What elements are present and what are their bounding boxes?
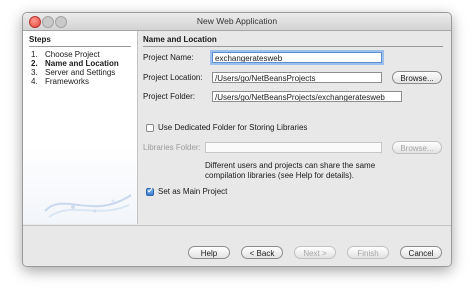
step-choose-project: 1. Choose Project — [31, 50, 100, 59]
dialog-footer: Help < Back Next > Finish Cancel — [23, 225, 451, 266]
steps-panel: Steps 1. Choose Project 2. Name and Locati… — [23, 31, 138, 224]
project-name-input[interactable]: exchangeratesweb — [212, 52, 382, 63]
step-name-and-location: 2. Name and Location — [31, 59, 119, 68]
project-location-label: Project Location: — [143, 73, 203, 82]
next-button[interactable]: Next > — [294, 246, 336, 259]
project-name-label: Project Name: — [143, 53, 194, 62]
main-project-label[interactable]: Set as Main Project — [158, 187, 227, 196]
section-divider — [143, 46, 443, 47]
section-title: Name and Location — [143, 35, 217, 44]
libraries-folder-input[interactable] — [205, 142, 382, 153]
steps-divider — [29, 46, 131, 47]
libraries-folder-label: Libraries Folder: — [143, 143, 201, 152]
new-web-application-dialog: New Web Application Steps 1. Choose Proje… — [22, 12, 452, 267]
finish-button[interactable]: Finish — [347, 246, 389, 259]
project-folder-label: Project Folder: — [143, 92, 196, 101]
main-project-checkbox[interactable] — [146, 186, 154, 196]
libraries-help-text: Different users and projects can share t… — [205, 161, 376, 180]
title-bar[interactable]: New Web Application — [23, 13, 451, 31]
project-location-browse-button[interactable]: Browse... — [392, 71, 442, 84]
dedicated-folder-label[interactable]: Use Dedicated Folder for Storing Librari… — [158, 123, 307, 132]
cancel-button[interactable]: Cancel — [400, 246, 442, 259]
project-folder-field[interactable]: /Users/go/NetBeansProjects/exchangerates… — [212, 91, 402, 102]
step-server-and-settings: 3. Server and Settings — [31, 68, 116, 77]
help-button[interactable]: Help — [188, 246, 230, 259]
decorative-swirl-graphic — [44, 194, 132, 218]
back-button[interactable]: < Back — [241, 246, 283, 259]
libraries-folder-browse-button[interactable]: Browse... — [392, 141, 442, 154]
step-frameworks: 4. Frameworks — [31, 77, 90, 86]
project-location-input[interactable]: /Users/go/NetBeansProjects — [212, 72, 382, 83]
dedicated-folder-checkbox[interactable] — [146, 124, 154, 132]
window-title: New Web Application — [196, 16, 278, 26]
name-and-location-panel: Name and Location Project Name: exchange… — [138, 31, 451, 224]
steps-header: Steps — [29, 35, 51, 44]
